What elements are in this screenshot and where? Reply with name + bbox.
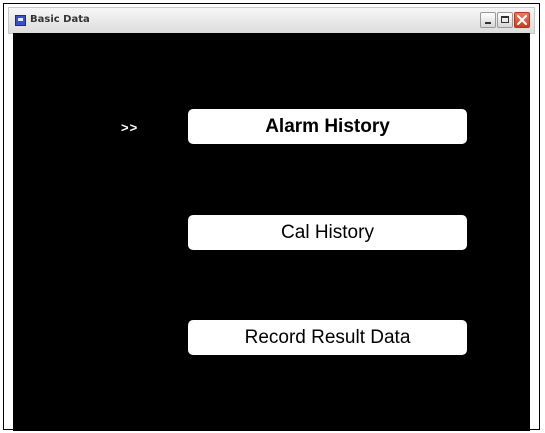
app-window-icon [15, 15, 26, 26]
close-icon [517, 15, 527, 25]
maximize-button[interactable] [497, 12, 513, 28]
minimize-button[interactable] [480, 12, 496, 28]
record-result-data-button[interactable]: Record Result Data [188, 320, 467, 355]
window-titlebar[interactable]: Basic Data [8, 7, 535, 34]
window-content: >> Alarm History Cal History Record Resu… [13, 33, 530, 431]
cal-history-button[interactable]: Cal History [188, 215, 467, 250]
selection-indicator: >> [121, 120, 139, 135]
window-title: Basic Data [30, 14, 90, 25]
close-button[interactable] [514, 12, 530, 28]
alarm-history-button[interactable]: Alarm History [188, 109, 467, 144]
